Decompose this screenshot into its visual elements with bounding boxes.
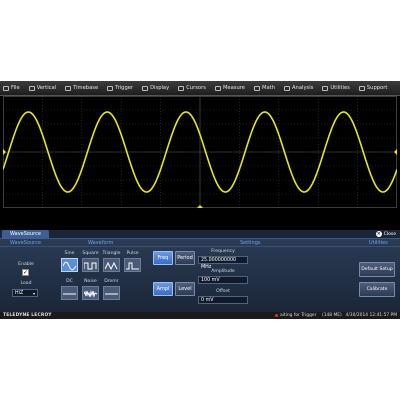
menu-label: Math — [262, 85, 275, 91]
menu-label: Display — [150, 85, 170, 91]
wave-button-noise[interactable] — [82, 286, 99, 300]
offset-field[interactable]: 0 mV — [198, 296, 248, 304]
menu-item-timebase[interactable]: Timebase — [65, 85, 98, 91]
load-label: Load — [20, 281, 32, 286]
file-icon — [3, 85, 9, 91]
wave-button-sine[interactable] — [61, 258, 78, 272]
close-icon: × — [375, 231, 382, 237]
amplitude-field[interactable]: 100 mV — [198, 276, 248, 284]
brand-logo: TELEDYNE LECROY — [3, 313, 52, 318]
menu-label: Trigger — [115, 85, 134, 91]
display-icon — [142, 85, 149, 91]
menu-item-support[interactable]: Support — [358, 85, 388, 91]
default-setup-button[interactable]: Default Setup — [359, 262, 395, 277]
wave-shape — [84, 290, 98, 298]
status-dot-icon — [275, 314, 278, 317]
section-wavesource: WaveSource — [10, 240, 41, 246]
wave-button-square[interactable] — [82, 258, 99, 272]
tab-wavesource[interactable]: WaveSource — [2, 230, 49, 239]
menu-label: Measure — [222, 85, 245, 91]
wave-shape — [63, 261, 77, 271]
amplitude-label: Amplitude — [211, 269, 235, 274]
utilities-icon — [322, 85, 329, 91]
level-button[interactable]: Level — [175, 282, 195, 296]
menu-item-math[interactable]: Math — [254, 85, 275, 91]
section-settings: Settings — [240, 240, 261, 246]
menu-bar: File Vertical Timebase Trigger Display Cursor… — [0, 81, 400, 96]
chevron-down-icon: ▾ — [32, 291, 35, 296]
offset-label: Offset — [216, 289, 230, 294]
section-utilities: Utilities — [369, 240, 388, 246]
enable-label: Enable — [18, 262, 34, 267]
section-waveform: Waveform — [88, 240, 114, 246]
dmmr-wave-icon — [105, 293, 118, 295]
trigger-status-text: aiting for Trigger — [280, 313, 317, 318]
channel-offset-icon — [3, 149, 6, 155]
menu-label: Utilities — [330, 85, 350, 91]
wave-label-noise: Noise — [84, 279, 97, 284]
wave-shape — [84, 262, 97, 270]
menu-item-vertical[interactable]: Vertical — [28, 85, 57, 91]
wave-shape — [126, 262, 139, 270]
measure-icon — [214, 85, 221, 91]
enable-checkbox[interactable]: ✓ — [22, 269, 29, 276]
period-button[interactable]: Period — [175, 251, 195, 265]
menu-label: Support — [366, 85, 388, 91]
menu-label: File — [11, 85, 20, 91]
close-label: Close — [383, 231, 396, 237]
timebase-icon — [65, 85, 72, 91]
frequency-field[interactable]: 25.000000000 MHz — [198, 256, 248, 270]
trigger-level-icon — [394, 149, 397, 155]
status-bar: TELEDYNE LECROY aiting for Trigger (148 … — [0, 312, 400, 319]
sine-wave-icon — [63, 261, 77, 271]
square-wave-icon — [84, 262, 97, 270]
freq-button[interactable]: Freq — [153, 251, 173, 265]
wave-button-dc[interactable] — [61, 286, 78, 300]
dialog-section-headers: WaveSource Waveform Settings Utilities — [0, 240, 400, 247]
wave-button-pulse[interactable] — [124, 258, 141, 272]
timestamp: 4/30/2014 12:41:57 PM — [345, 313, 397, 318]
wave-label-pulse: Pulse — [126, 251, 139, 256]
menu-item-cursors[interactable]: Cursors — [178, 85, 206, 91]
menu-label: Cursors — [186, 85, 206, 91]
memory-info: (148 ME) — [322, 313, 342, 318]
wave-button-triangle[interactable] — [103, 258, 120, 272]
wave-label-sine: Sine — [64, 251, 75, 256]
trigger-icon — [107, 85, 114, 91]
noise-wave-icon — [84, 290, 98, 298]
menu-item-utilities[interactable]: Utilities — [322, 85, 350, 91]
wave-button-dmmr[interactable] — [103, 286, 120, 300]
analysis-icon — [283, 85, 290, 91]
load-select[interactable]: HiZ ▾ — [12, 289, 38, 297]
menu-label: Analysis — [291, 85, 314, 91]
dc-wave-icon — [63, 293, 76, 295]
ampl-button[interactable]: Ampl — [153, 282, 173, 296]
wave-shape — [105, 261, 118, 271]
triangle-wave-icon — [105, 261, 118, 271]
wave-label-triangle: Triangle — [102, 251, 121, 256]
dialog-tab-bar: WaveSource × Close — [0, 230, 400, 239]
menu-item-display[interactable]: Display — [142, 85, 169, 91]
trigger-status: aiting for Trigger — [275, 313, 316, 318]
math-icon — [254, 85, 260, 91]
support-icon — [358, 85, 365, 91]
cursors-icon — [178, 85, 185, 91]
wave-label-dc: DC — [66, 279, 73, 284]
frequency-label: Frequency — [211, 249, 235, 254]
menu-item-measure[interactable]: Measure — [214, 85, 245, 91]
wave-label-dmmr: Dmmr — [104, 279, 119, 284]
pulse-wave-icon — [126, 262, 139, 270]
calibrate-button[interactable]: Calibrate — [359, 282, 395, 297]
menu-item-trigger[interactable]: Trigger — [107, 85, 133, 91]
trigger-position-icon — [197, 205, 203, 208]
load-value: HiZ — [15, 291, 24, 296]
menu-label: Vertical — [36, 85, 57, 91]
wave-label-square: Square — [82, 251, 99, 256]
menu-item-file[interactable]: File — [3, 85, 20, 91]
menu-item-analysis[interactable]: Analysis — [283, 85, 314, 91]
vertical-icon — [28, 85, 35, 91]
menu-label: Timebase — [73, 85, 99, 91]
close-button[interactable]: × Close — [375, 231, 396, 237]
